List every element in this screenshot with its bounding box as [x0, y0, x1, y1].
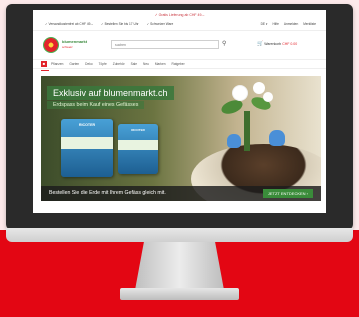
logo-flower-icon[interactable] [43, 37, 59, 53]
usp-item: ✓ Versandkostenfrei ab CHF 49.– [45, 22, 94, 26]
home-icon[interactable]: ■ [41, 61, 47, 67]
blue-glove-left [227, 134, 241, 148]
language-selector[interactable]: DE ▾ [261, 22, 268, 26]
cta-bar: Bestellen Sie die Erde mit Ihrem Gefäss … [41, 186, 321, 201]
wishlist-link[interactable]: Merkliste [303, 22, 316, 26]
site-header: blumenmarkt schweiz suchen ⚲ 🛒 Warenkorb… [33, 31, 326, 59]
hero-subline: Erdspass beim Kauf eines Gefässes [47, 101, 145, 109]
blue-glove-right [269, 130, 285, 146]
nav-item[interactable]: Pflanzen [51, 62, 63, 66]
logo-text[interactable]: blumenmarkt [62, 39, 87, 44]
monitor-chin [6, 228, 353, 242]
monitor-stand-foot [120, 288, 239, 300]
top-promo-text: ✓ Gratis Lieferung ab CHF 49.– [154, 13, 205, 17]
nav-item[interactable]: Töpfe [99, 62, 107, 66]
bag-label-strip [61, 137, 113, 149]
nav-item[interactable]: Marken [155, 62, 166, 66]
bag-label-strip [118, 140, 158, 150]
white-flower [233, 86, 247, 100]
white-flower [263, 92, 273, 102]
active-nav-indicator [41, 70, 49, 71]
bag-brand: RICOTER [131, 128, 145, 132]
nav-items: Pflanzen Garten Deko Töpfe Zubehör Sale … [51, 62, 185, 66]
cta-text: Bestellen Sie die Erde mit Ihrem Gefäss … [49, 190, 166, 196]
main-navigation: ■ Pflanzen Garten Deko Töpfe Zubehör Sal… [33, 59, 326, 69]
hero-banner[interactable]: Exklusiv auf blumenmarkt.ch Erdspass bei… [41, 76, 321, 201]
cart-button[interactable]: 🛒 Warenkorb CHF 0.00 [257, 41, 297, 47]
usp-list: ✓ Versandkostenfrei ab CHF 49.– ✓ Bestel… [45, 22, 173, 26]
nav-item[interactable]: Sale [131, 62, 137, 66]
soil-bag-small: RICOTER [118, 124, 158, 174]
help-link[interactable]: Hilfe [272, 22, 278, 26]
nav-item[interactable]: Zubehör [113, 62, 125, 66]
cart-amount: CHF 0.00 [282, 42, 298, 46]
login-link[interactable]: Anmelden [284, 22, 298, 26]
discover-button[interactable]: JETZT ENTDECKEN › [262, 189, 313, 198]
usp-item: ✓ Schweizer Ware [146, 22, 174, 26]
plant-leaf [219, 97, 245, 117]
soil-bag-large: RICOTER [61, 119, 113, 177]
nav-item[interactable]: Neu [143, 62, 149, 66]
logo-subtext: schweiz [62, 45, 73, 49]
account-links: DE ▾ Hilfe Anmelden Merkliste [261, 22, 316, 26]
plant-stem [244, 111, 250, 151]
hero-headline: Exklusiv auf blumenmarkt.ch [47, 86, 174, 100]
bag-brand: RICOTER [78, 123, 96, 127]
cart-label: Warenkorb [264, 42, 282, 46]
utility-bar: ✓ Versandkostenfrei ab CHF 49.– ✓ Bestel… [33, 20, 326, 31]
browser-screen: ✓ Gratis Lieferung ab CHF 49.– ✓ Versand… [33, 10, 326, 213]
monitor-stand-neck [135, 242, 224, 290]
usp-item: ✓ Bestellen Sie bis 17 Uhr [101, 22, 139, 26]
nav-item[interactable]: Ratgeber [172, 62, 185, 66]
search-input[interactable]: suchen [111, 40, 219, 49]
white-flower [253, 82, 265, 94]
search-icon[interactable]: ⚲ [222, 40, 226, 47]
cart-icon: 🛒 [257, 41, 264, 47]
top-promo-bar: ✓ Gratis Lieferung ab CHF 49.– [33, 10, 326, 20]
nav-item[interactable]: Deko [85, 62, 92, 66]
nav-item[interactable]: Garten [69, 62, 79, 66]
